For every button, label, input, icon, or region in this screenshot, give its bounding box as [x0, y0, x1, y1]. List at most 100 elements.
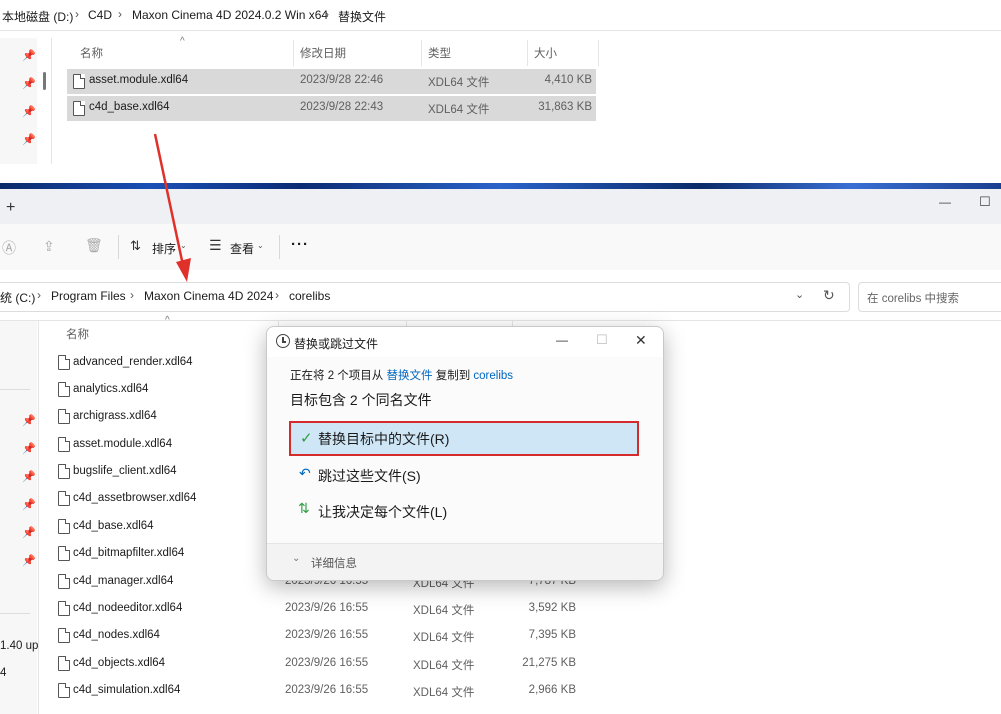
file-date: 2023/9/28 22:43 [300, 101, 384, 113]
clock-icon [276, 334, 290, 348]
file-name: c4d_bitmapfilter.xdl64 [73, 547, 185, 559]
copy-info: 正在将 2 个项目从 替换文件 复制到 corelibs [290, 367, 513, 383]
column-header-size[interactable]: 大小 [534, 45, 557, 61]
arrow-head [176, 258, 191, 282]
dialog-footer: ⌄ 详细信息 [267, 543, 663, 580]
sort-icon[interactable]: ⇅ [130, 238, 141, 254]
checkmark-icon: ✓ [300, 430, 313, 447]
file-date: 2023/9/28 22:46 [300, 74, 384, 86]
source-folder-link[interactable]: 替换文件 [387, 370, 433, 382]
table-row[interactable]: c4d_base.xdl64 2023/9/28 22:43 XDL64 文件 … [67, 96, 596, 121]
file-date: 2023/9/26 16:55 [285, 657, 369, 669]
file-icon [58, 491, 70, 506]
pin-icon: 📌 [22, 106, 36, 118]
pin-icon: 📌 [22, 50, 36, 62]
share-icon[interactable]: ⇪ [43, 238, 55, 255]
pin-icon: 📌 [22, 134, 36, 146]
dialog-titlebar: 替换或跳过文件 — ☐ ✕ [267, 327, 663, 357]
breadcrumb-item[interactable]: Maxon Cinema 4D 2024.0.2 Win x64 [132, 8, 328, 22]
chevron-down-icon: ⌄ [257, 241, 264, 250]
file-name: c4d_manager.xdl64 [73, 575, 174, 587]
chevron-down-icon[interactable]: ⌄ [795, 288, 804, 301]
top-breadcrumb: 本地磁盘 (D:) › C4D › Maxon Cinema 4D 2024.0… [0, 0, 1001, 31]
search-placeholder: 在 corelibs 中搜索 [867, 293, 960, 305]
breadcrumb-item[interactable]: corelibs [289, 289, 330, 303]
nav-scrollbar[interactable] [43, 72, 46, 90]
breadcrumb-item[interactable]: 本地磁盘 (D:) [2, 8, 73, 25]
new-tab-button[interactable]: + [6, 199, 15, 217]
more-options-button[interactable]: ··· [291, 236, 309, 253]
file-icon [58, 382, 70, 397]
file-name: asset.module.xdl64 [89, 74, 189, 86]
replace-files-option[interactable]: ✓ 替换目标中的文件(R) [289, 421, 639, 456]
pin-icon: 📌 [22, 499, 36, 511]
skip-icon: ↶ [299, 465, 311, 481]
chevron-right-icon: › [325, 7, 329, 21]
file-date: 2023/9/26 16:55 [285, 629, 369, 641]
chevron-right-icon: › [75, 7, 79, 21]
file-type: XDL64 文件 [413, 605, 475, 617]
divider [118, 235, 119, 259]
rename-icon[interactable]: Ⓐ [2, 238, 16, 258]
file-icon [58, 683, 70, 698]
breadcrumb-item[interactable]: Maxon Cinema 4D 2024 [144, 289, 273, 303]
file-icon [58, 519, 70, 534]
copy-info-mid: 复制到 [435, 370, 471, 382]
list-item[interactable]: c4d_objects.xdl64 2023/9/26 16:55 XDL64 … [40, 650, 600, 677]
list-item[interactable]: c4d_nodes.xdl64 2023/9/26 16:55 XDL64 文件… [40, 622, 600, 649]
chevron-right-icon: › [118, 7, 122, 21]
file-icon [58, 574, 70, 589]
list-item[interactable]: c4d_simulation.xdl64 2023/9/26 16:55 XDL… [40, 677, 600, 704]
view-icon[interactable]: ☰ [209, 237, 222, 254]
breadcrumb-item[interactable]: Program Files [51, 289, 126, 303]
file-icon [73, 74, 85, 89]
refresh-icon[interactable]: ↻ [823, 287, 835, 304]
table-row[interactable]: asset.module.xdl64 2023/9/28 22:46 XDL64… [67, 69, 596, 94]
minimize-button[interactable]: — [556, 333, 568, 347]
search-input[interactable]: 在 corelibs 中搜索 [858, 282, 1001, 312]
maximize-button[interactable]: ☐ [979, 194, 991, 210]
file-icon [58, 409, 70, 424]
breadcrumb-item[interactable]: 替换文件 [338, 8, 386, 25]
file-size: 7,395 KB [528, 629, 576, 641]
breadcrumb-item[interactable]: 统 (C:) [0, 289, 35, 306]
file-type: XDL64 文件 [413, 687, 475, 699]
delete-icon[interactable]: 🗑 [85, 237, 103, 254]
file-name: analytics.xdl64 [73, 383, 149, 395]
file-name: c4d_nodes.xdl64 [73, 629, 160, 641]
column-header-date[interactable]: 修改日期 [300, 45, 346, 61]
file-name: c4d_assetbrowser.xdl64 [73, 492, 197, 504]
pin-icon: 📌 [22, 78, 36, 90]
divider [51, 38, 52, 164]
nav-item-fragment[interactable]: 4 [0, 667, 6, 679]
destination-folder-link[interactable]: corelibs [473, 370, 513, 382]
pin-icon: 📌 [22, 415, 36, 427]
file-size: 31,863 KB [538, 101, 592, 113]
file-name: asset.module.xdl64 [73, 438, 173, 450]
column-header-type[interactable]: 类型 [428, 45, 451, 61]
divider [279, 235, 280, 259]
bottom-nav-pane: 📌 📌 📌 📌 📌 📌 1.40 up 4 [0, 321, 38, 714]
breadcrumb-item[interactable]: C4D [88, 8, 112, 22]
column-header-name[interactable]: 名称 [80, 45, 103, 61]
conflict-heading: 目标包含 2 个同名文件 [290, 392, 432, 408]
file-name: c4d_objects.xdl64 [73, 657, 166, 669]
decide-each-option[interactable]: ⇅ 让我决定每个文件(L) [289, 495, 639, 527]
nav-item-fragment[interactable]: 1.40 up [0, 640, 38, 652]
divider [527, 40, 528, 66]
file-name: c4d_nodeeditor.xdl64 [73, 602, 183, 614]
view-button[interactable]: 查看 [230, 240, 254, 257]
pin-icon: 📌 [22, 555, 36, 567]
close-button[interactable]: ✕ [635, 332, 647, 349]
address-bar[interactable]: 统 (C:) › Program Files › Maxon Cinema 4D… [0, 282, 850, 312]
skip-files-option[interactable]: ↶ 跳过这些文件(S) [289, 459, 639, 491]
chevron-down-icon[interactable]: ⌄ [292, 553, 300, 564]
file-name: archigrass.xdl64 [73, 410, 157, 422]
column-header-name[interactable]: 名称 [66, 326, 89, 342]
minimize-button[interactable]: — [939, 195, 951, 209]
list-item[interactable]: c4d_nodeeditor.xdl64 2023/9/26 16:55 XDL… [40, 595, 600, 622]
pin-icon: 📌 [22, 471, 36, 483]
more-details-toggle[interactable]: 详细信息 [311, 555, 357, 571]
dialog-title: 替换或跳过文件 [294, 337, 379, 351]
file-size: 3,592 KB [528, 602, 576, 614]
